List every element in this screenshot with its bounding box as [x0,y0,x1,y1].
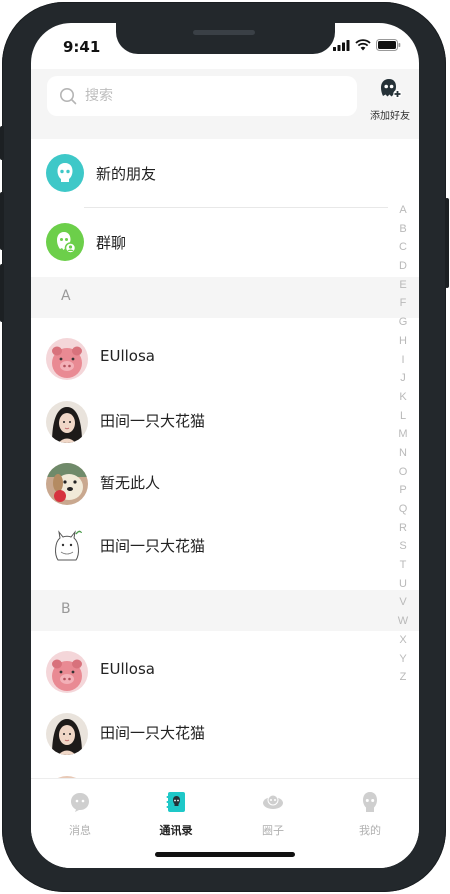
volume-down-button [0,264,4,322]
section-header-b: B [31,590,419,631]
volume-up-button [0,192,4,250]
index-letter[interactable]: L [396,407,410,426]
tab-label: 通讯录 [159,824,193,837]
search-icon [60,88,77,105]
index-letter[interactable]: W [396,612,410,631]
tab-label: 消息 [69,824,91,837]
add-friend-button[interactable]: 添加好友 [366,77,414,122]
index-letter[interactable]: Z [396,668,410,687]
index-letter[interactable]: R [396,519,410,538]
new-friends-label: 新的朋友 [96,164,157,183]
index-letter[interactable]: A [396,201,410,220]
group-chat-label: 群聊 [96,233,127,252]
contact-name: EUllosa [100,347,155,365]
section-letter: A [61,288,71,304]
index-letter[interactable]: G [396,313,410,332]
index-letter[interactable]: B [396,220,410,239]
power-button [445,198,449,288]
group-chat-row[interactable]: 群聊 [31,208,419,276]
search-input[interactable] [83,87,327,105]
index-letter[interactable]: C [396,238,410,257]
screen: 9:41 搜索 添加好友 新的朋友 群聊 A EUllosa 田间一只大花猫 暂… [31,23,419,868]
contact-name: 田间一只大花猫 [100,537,206,555]
contact-row[interactable]: 田间一只大花猫 [31,703,419,765]
index-letter[interactable]: K [396,388,410,407]
new-friend-icon [46,154,84,192]
index-letter[interactable]: P [396,481,410,500]
tab-contacts[interactable]: 通讯录 [141,791,211,838]
contacts-icon [166,792,185,812]
pig-avatar [46,338,88,380]
girl-avatar [46,713,88,755]
search-bar[interactable] [47,76,357,116]
index-letter[interactable]: V [396,593,410,612]
tab-label: 圈子 [262,824,284,837]
contact-name: 田间一只大花猫 [100,412,206,430]
index-letter[interactable]: H [396,332,410,351]
header: 添加好友 [31,69,419,139]
tab-circle[interactable]: 圈子 [238,791,308,838]
index-letter[interactable]: D [396,257,410,276]
battery-icon [376,39,401,51]
contact-name: EUllosa [100,660,155,678]
contact-name: 暂无此人 [100,474,161,492]
group-chat-icon [46,223,84,261]
status-icons [333,39,401,51]
index-letter[interactable]: T [396,556,410,575]
contact-row[interactable]: 暂无此人 [31,453,419,515]
alphabet-index[interactable]: ABCDEFGHIJKLMNOPQRSTUVWXYZ [396,201,410,687]
index-letter[interactable]: O [396,463,410,482]
home-indicator[interactable] [155,852,295,857]
dog-avatar [46,463,88,505]
index-letter[interactable]: M [396,425,410,444]
message-icon [71,793,89,812]
new-friends-row[interactable]: 新的朋友 [31,139,419,207]
profile-icon [363,792,377,812]
section-header-a: A [31,277,419,318]
contact-row[interactable]: 田间一只大花猫 [31,516,419,578]
circle-icon [263,794,283,809]
notch [116,23,335,54]
add-friend-icon [381,79,402,99]
speaker [193,30,255,35]
signal-icon [333,39,350,51]
contact-name: 田间一只大花猫 [100,724,206,742]
totoro-avatar [46,526,88,568]
index-letter[interactable]: F [396,294,410,313]
contact-row[interactable]: EUllosa [31,328,419,390]
index-letter[interactable]: E [396,276,410,295]
contact-list[interactable]: 新的朋友 群聊 A EUllosa 田间一只大花猫 暂无此人 田间一只大花猫 B… [31,139,419,779]
index-letter[interactable]: I [396,351,410,370]
pig-avatar [46,651,88,693]
index-letter[interactable]: U [396,575,410,594]
contact-row[interactable]: EUllosa [31,641,419,703]
index-letter[interactable]: J [396,369,410,388]
girl-avatar [46,401,88,443]
mute-switch [0,126,4,160]
tab-label: 我的 [359,824,381,837]
contact-row[interactable]: 田间一只大花猫 [31,391,419,453]
index-letter[interactable]: Y [396,650,410,669]
tab-messages[interactable]: 消息 [45,791,115,838]
index-letter[interactable]: S [396,537,410,556]
add-friend-label: 添加好友 [370,111,410,122]
section-letter: B [61,601,71,617]
status-time: 9:41 [63,38,101,56]
tab-profile[interactable]: 我的 [335,791,405,838]
index-letter[interactable]: X [396,631,410,650]
index-letter[interactable]: Q [396,500,410,519]
index-letter[interactable]: N [396,444,410,463]
wifi-icon [355,39,371,51]
